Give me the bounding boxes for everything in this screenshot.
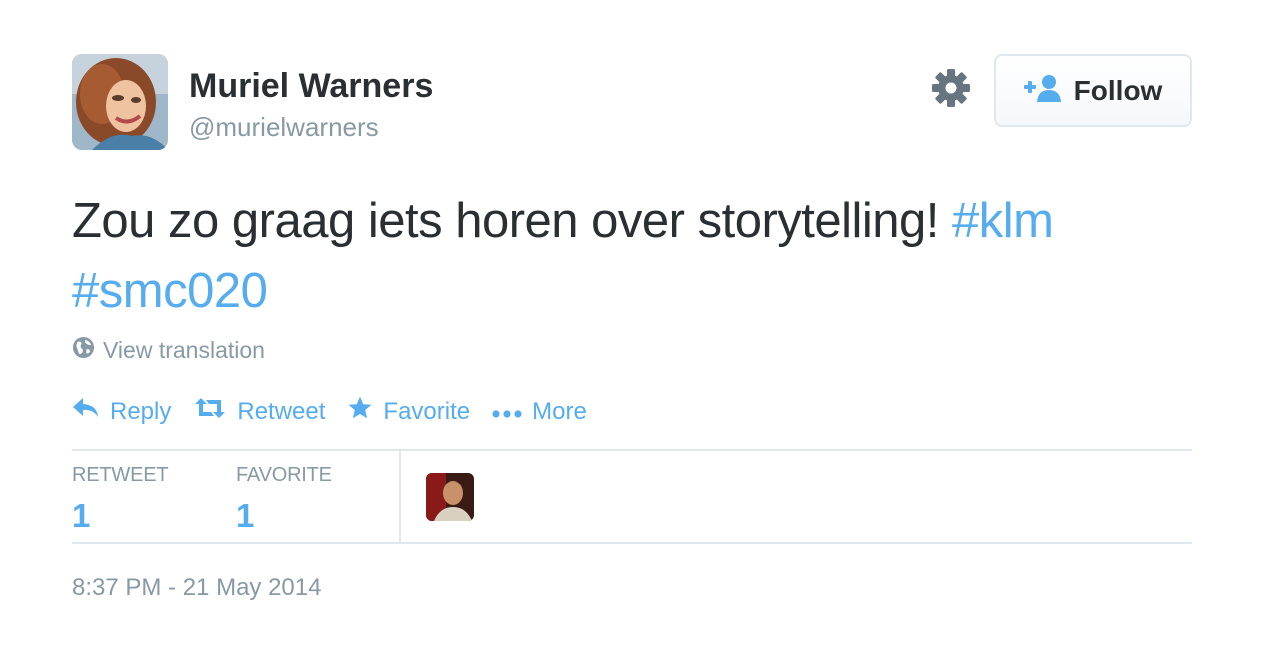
stats-vertical-divider xyxy=(399,450,401,544)
retweet-count: 1 xyxy=(72,497,91,534)
reply-button[interactable]: Reply xyxy=(72,396,171,427)
favorite-stat-label: FAVORITE xyxy=(236,464,332,486)
tweet-timestamp[interactable]: 8:37 PM - 21 May 2014 xyxy=(72,574,321,602)
hashtag-link[interactable]: #klm xyxy=(952,194,1054,248)
follow-button[interactable]: Follow xyxy=(994,54,1192,127)
reply-icon xyxy=(72,396,100,427)
gear-icon[interactable] xyxy=(930,67,972,109)
add-user-icon xyxy=(1023,74,1062,107)
author-avatar[interactable] xyxy=(72,54,168,150)
reply-label: Reply xyxy=(110,397,172,425)
author-avatar-image xyxy=(72,54,168,150)
favoriter-avatar-image xyxy=(426,473,474,521)
favorite-count: 1 xyxy=(236,497,255,534)
tweet-text: Zou zo graag iets horen over storytellin… xyxy=(72,186,1202,326)
tweet-actions: Reply Retweet Favorite More xyxy=(72,395,609,428)
favoriter-avatar[interactable] xyxy=(426,473,474,521)
more-label: More xyxy=(532,397,587,425)
author-fullname[interactable]: Muriel Warners xyxy=(189,67,433,106)
retweet-stat[interactable]: RETWEET 1 xyxy=(72,464,169,535)
view-translation-link[interactable]: View translation xyxy=(72,336,265,365)
favorite-label: Favorite xyxy=(383,397,471,425)
follow-button-label: Follow xyxy=(1073,74,1163,106)
stats-bottom-divider xyxy=(72,542,1192,544)
retweet-button[interactable]: Retweet xyxy=(193,396,325,427)
retweet-icon xyxy=(193,396,227,427)
hashtag-link[interactable]: #smc020 xyxy=(72,264,268,318)
globe-icon xyxy=(72,336,95,365)
more-dots-icon xyxy=(492,398,522,426)
tweet-permalink: Muriel Warners @murielwarners Follow Zou… xyxy=(0,0,1270,670)
star-icon xyxy=(347,395,373,428)
retweet-label: Retweet xyxy=(237,397,326,425)
favorite-button[interactable]: Favorite xyxy=(347,395,470,428)
retweet-stat-label: RETWEET xyxy=(72,464,169,486)
author-handle[interactable]: @murielwarners xyxy=(189,112,379,143)
more-button[interactable]: More xyxy=(492,398,587,426)
view-translation-label: View translation xyxy=(103,337,265,363)
tweet-body: Zou zo graag iets horen over storytellin… xyxy=(72,194,953,248)
favorite-stat[interactable]: FAVORITE 1 xyxy=(236,464,332,535)
stats-top-divider xyxy=(72,449,1192,451)
